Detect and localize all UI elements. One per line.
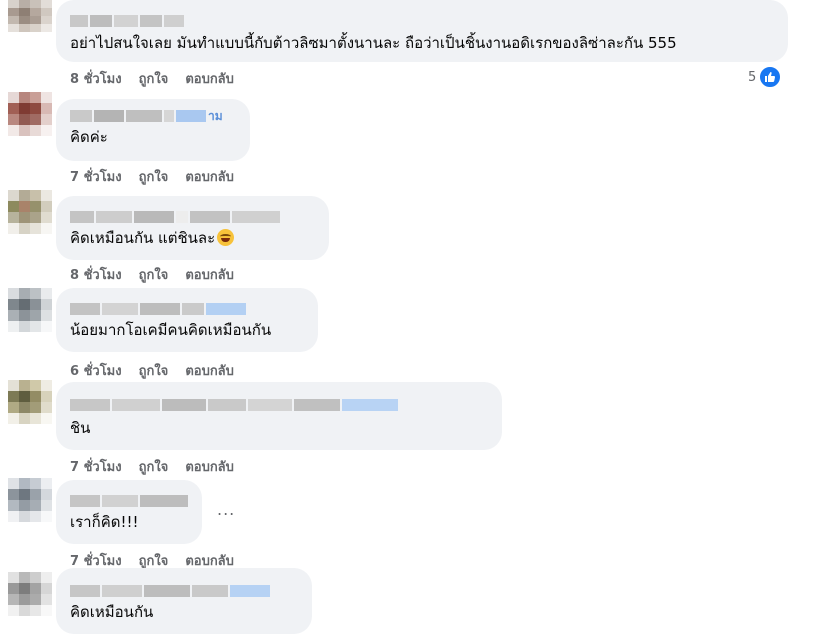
avatar[interactable] xyxy=(8,478,52,522)
comment-actions: 8 ชั่วโมง ถูกใจ ตอบกลับ xyxy=(70,264,234,285)
author-name-blurred[interactable] xyxy=(70,12,774,30)
comment-text: ชิน xyxy=(70,419,91,437)
comment-text: คิดเหมือนกัน แต่ชินละ xyxy=(70,228,315,248)
reply-button[interactable]: ตอบกลับ xyxy=(185,360,234,381)
comment-actions: 7 ชั่วโมง ถูกใจ ตอบกลับ xyxy=(70,456,234,477)
comment-text: เราก็คิด!!! xyxy=(70,513,139,531)
reply-button[interactable]: ตอบกลับ xyxy=(185,166,234,187)
comment-actions: 6 ชั่วโมง ถูกใจ ตอบกลับ xyxy=(70,360,234,381)
comment-bubble: าม คิดค่ะ xyxy=(56,99,250,161)
like-button[interactable]: ถูกใจ xyxy=(139,166,169,187)
avatar[interactable] xyxy=(8,0,52,32)
comment-actions: 8 ชั่วโมง ถูกใจ ตอบกลับ xyxy=(70,68,234,89)
comment-text: คิดค่ะ xyxy=(70,128,108,146)
more-options-icon[interactable]: ... xyxy=(217,500,235,519)
reply-button[interactable]: ตอบกลับ xyxy=(185,68,234,89)
comment-bubble: น้อยมากโอเคมีคนคิดเหมือนกัน xyxy=(56,288,318,352)
avatar[interactable] xyxy=(8,288,52,332)
author-name-blurred[interactable] xyxy=(70,396,488,414)
comment-bubble: คิดเหมือนกัน แต่ชินละ xyxy=(56,196,329,260)
avatar[interactable] xyxy=(8,380,52,424)
comment-text: คิดเหมือนกัน xyxy=(70,603,154,621)
author-name-blurred[interactable] xyxy=(70,492,188,510)
author-name-blurred[interactable] xyxy=(70,300,304,318)
like-button[interactable]: ถูกใจ xyxy=(139,456,169,477)
reply-button[interactable]: ตอบกลับ xyxy=(185,456,234,477)
thumbs-up-icon xyxy=(759,66,782,88)
comment-text: น้อยมากโอเคมีคนคิดเหมือนกัน xyxy=(70,321,272,339)
comment-time[interactable]: 8 ชั่วโมง xyxy=(70,68,122,89)
comment-bubble: ชิน xyxy=(56,382,502,450)
avatar[interactable] xyxy=(8,572,52,616)
reaction-summary[interactable]: 5 xyxy=(748,66,782,88)
author-name-suffix: าม xyxy=(208,108,223,123)
comment-bubble: อย่าไปสนใจเลย มันทำแบบนี้กับต้าวลิซมาตั้… xyxy=(56,0,788,62)
comment-time[interactable]: 6 ชั่วโมง xyxy=(70,360,122,381)
grinning-sweat-emoji-icon xyxy=(217,229,235,246)
comment-bubble: คิดเหมือนกัน xyxy=(56,568,312,634)
like-button[interactable]: ถูกใจ xyxy=(139,264,169,285)
reaction-count: 5 xyxy=(748,69,757,85)
avatar[interactable] xyxy=(8,190,52,234)
like-button[interactable]: ถูกใจ xyxy=(139,68,169,89)
author-name-blurred[interactable] xyxy=(70,582,298,600)
comment-time[interactable]: 7 ชั่วโมง xyxy=(70,456,122,477)
comment-actions: 7 ชั่วโมง ถูกใจ ตอบกลับ xyxy=(70,166,234,187)
author-name-blurred[interactable] xyxy=(70,208,315,226)
avatar[interactable] xyxy=(8,92,52,136)
author-name-blurred[interactable]: าม xyxy=(70,107,236,125)
comment-text: อย่าไปสนใจเลย มันทำแบบนี้กับต้าวลิซมาตั้… xyxy=(70,34,677,52)
like-button[interactable]: ถูกใจ xyxy=(139,360,169,381)
comment-time[interactable]: 8 ชั่วโมง xyxy=(70,264,122,285)
reply-button[interactable]: ตอบกลับ xyxy=(185,264,234,285)
comment-bubble: เราก็คิด!!! xyxy=(56,480,202,544)
comment-time[interactable]: 7 ชั่วโมง xyxy=(70,166,122,187)
